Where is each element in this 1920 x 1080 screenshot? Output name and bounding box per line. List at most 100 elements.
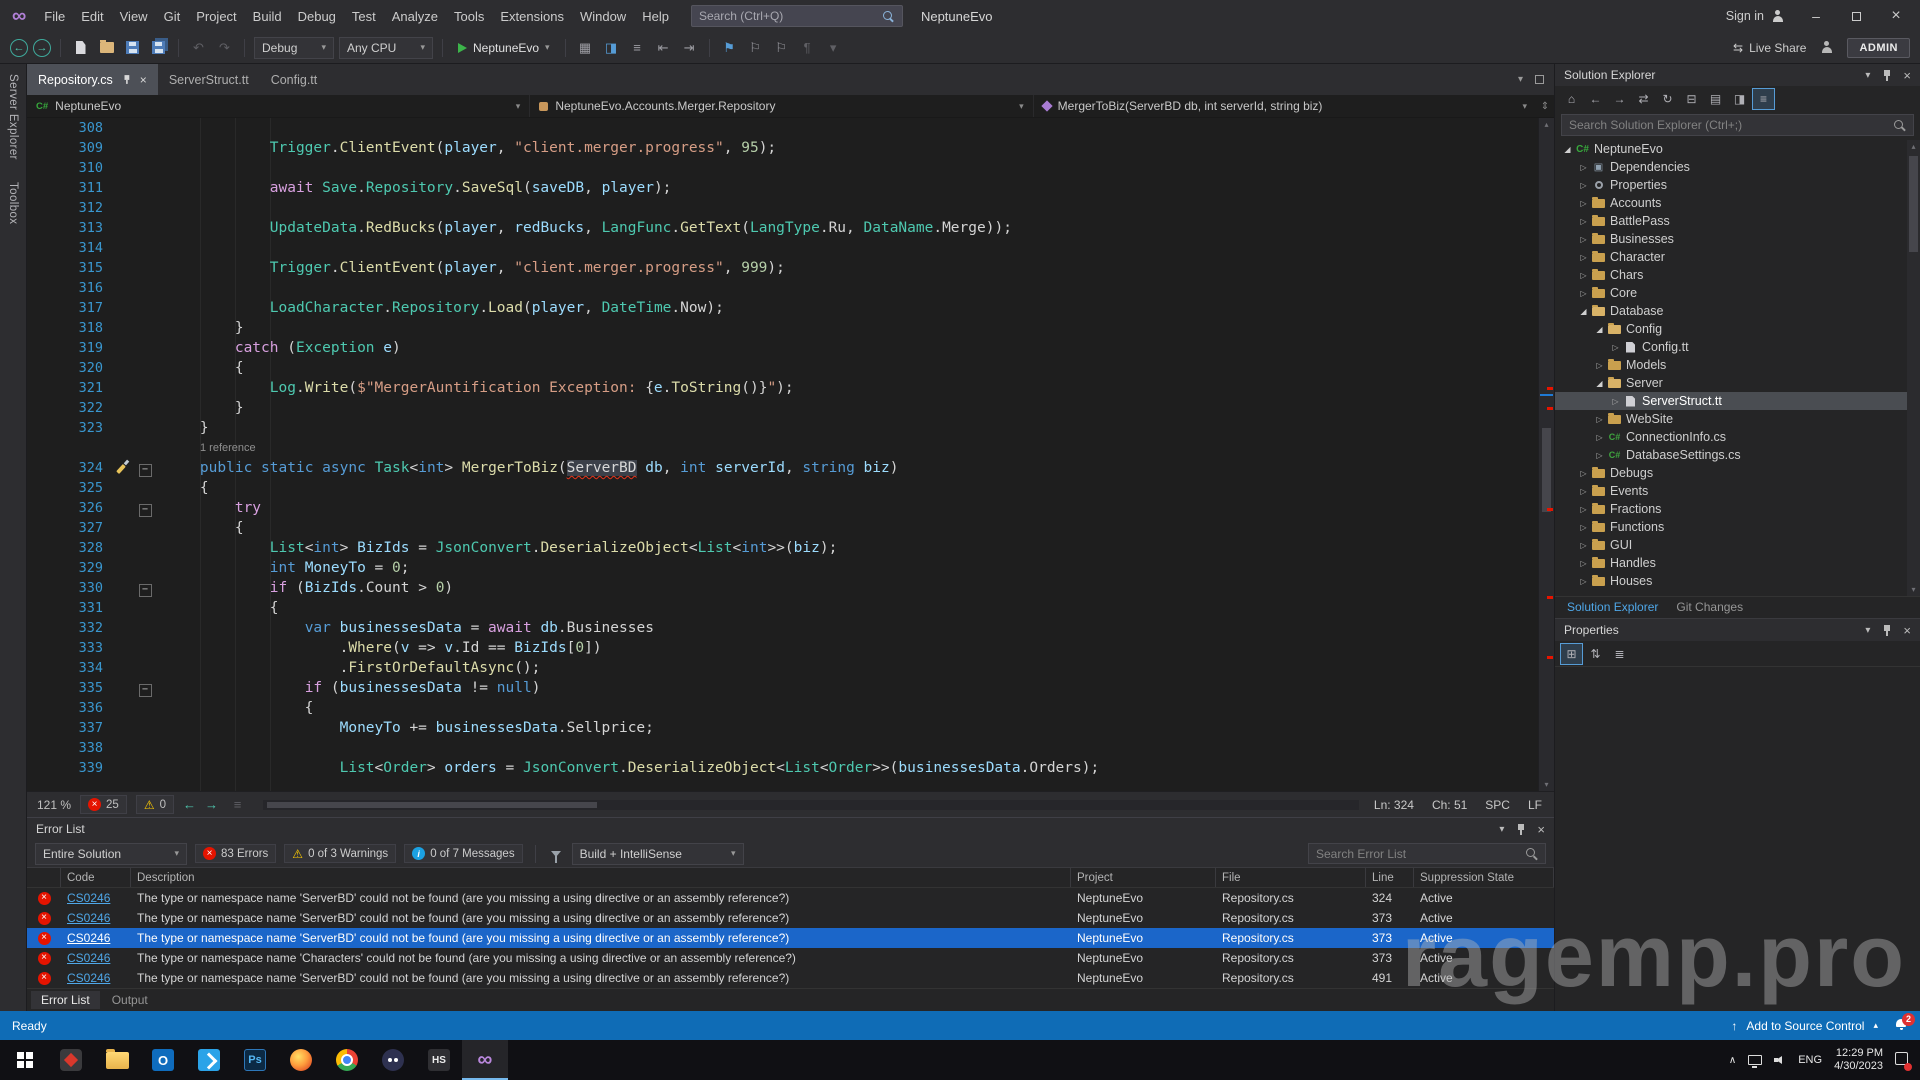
spaces-indicator[interactable]: SPC — [1485, 798, 1510, 812]
panel-tab-output[interactable]: Output — [102, 991, 158, 1009]
breadcrumb-type-dropdown[interactable]: NeptuneEvo.Accounts.Merger.Repository — [530, 95, 1033, 117]
scrollbar-thumb[interactable] — [1542, 428, 1551, 512]
line-number[interactable]: 327 — [27, 518, 109, 538]
tree-item-properties[interactable]: Properties — [1555, 176, 1920, 194]
line-number[interactable]: 332 — [27, 618, 109, 638]
line-number[interactable]: 324 — [27, 458, 109, 478]
window-position-icon[interactable] — [1865, 625, 1870, 636]
minimize-button[interactable] — [1798, 0, 1834, 32]
column-header-suppression-state[interactable]: Suppression State — [1414, 868, 1554, 887]
editor-vertical-scrollbar[interactable] — [1538, 118, 1554, 791]
line-number[interactable]: 325 — [27, 478, 109, 498]
menu-extensions[interactable]: Extensions — [492, 4, 572, 29]
menu-window[interactable]: Window — [572, 4, 634, 29]
indent-increase-icon[interactable] — [679, 37, 700, 58]
line-number[interactable]: 314 — [27, 238, 109, 258]
menu-edit[interactable]: Edit — [73, 4, 111, 29]
tree-item-core[interactable]: Core — [1555, 284, 1920, 302]
show-whitespace-icon[interactable] — [797, 37, 818, 58]
line-number[interactable]: 316 — [27, 278, 109, 298]
scrollbar-thumb[interactable] — [267, 802, 597, 808]
column-header-line[interactable]: Line — [1366, 868, 1414, 887]
error-code-link[interactable]: CS0246 — [67, 971, 110, 985]
line-number[interactable]: 309 — [27, 138, 109, 158]
line-indicator[interactable]: Ln: 324 — [1374, 798, 1414, 812]
forward-icon[interactable] — [1609, 89, 1630, 109]
maximize-button[interactable] — [1838, 0, 1874, 32]
line-number[interactable]: 311 — [27, 178, 109, 198]
panel-tab-git-changes[interactable]: Git Changes — [1668, 597, 1751, 618]
toolbar-overflow-icon[interactable] — [823, 37, 844, 58]
tree-item-debugs[interactable]: Debugs — [1555, 464, 1920, 482]
expand-icon[interactable] — [1577, 253, 1590, 262]
volume-tray-icon[interactable] — [1774, 1055, 1786, 1066]
tree-item-databasesettings-cs[interactable]: C#DatabaseSettings.cs — [1555, 446, 1920, 464]
expand-icon[interactable] — [1609, 397, 1622, 406]
add-to-source-control-button[interactable]: Add to Source Control — [1746, 1019, 1864, 1033]
zoom-level-dropdown[interactable]: 121 % — [37, 798, 71, 812]
tree-item-database[interactable]: Database — [1555, 302, 1920, 320]
column-header-description[interactable]: Description — [131, 868, 1071, 887]
notifications-button[interactable]: 2 — [1895, 1018, 1908, 1034]
chrome-icon[interactable] — [324, 1040, 370, 1080]
solution-platform-dropdown[interactable]: Any CPU — [339, 37, 433, 59]
line-number[interactable]: 321 — [27, 378, 109, 398]
float-tab-icon[interactable] — [1535, 75, 1544, 84]
tree-item-character[interactable]: Character — [1555, 248, 1920, 266]
close-panel-icon[interactable] — [1537, 822, 1545, 837]
collapse-icon[interactable] — [1577, 307, 1590, 316]
menu-git[interactable]: Git — [156, 4, 189, 29]
indent-decrease-icon[interactable] — [653, 37, 674, 58]
menu-analyze[interactable]: Analyze — [384, 4, 446, 29]
expand-icon[interactable] — [1577, 577, 1590, 586]
fold-toggle[interactable] — [135, 678, 155, 698]
warnings-filter-toggle[interactable]: 0 of 3 Warnings — [284, 844, 396, 863]
quick-search-box[interactable]: Search (Ctrl+Q) — [691, 5, 903, 27]
collapse-icon[interactable] — [1593, 379, 1606, 388]
feedback-icon[interactable] — [1820, 41, 1833, 54]
pin-tab-icon[interactable] — [123, 74, 130, 84]
vscode-icon[interactable] — [186, 1040, 232, 1080]
column-indicator[interactable]: Ch: 51 — [1432, 798, 1467, 812]
tree-item-dependencies[interactable]: Dependencies — [1555, 158, 1920, 176]
navigate-back-button[interactable] — [10, 39, 28, 57]
undo-button[interactable] — [188, 37, 209, 58]
filter-icon[interactable] — [551, 851, 561, 857]
line-number[interactable]: 331 — [27, 598, 109, 618]
display-tray-icon[interactable] — [1748, 1055, 1762, 1065]
visual-studio-icon[interactable]: ∞ — [462, 1040, 508, 1080]
tree-item-chars[interactable]: Chars — [1555, 266, 1920, 284]
next-bookmark-icon[interactable] — [771, 37, 792, 58]
expand-icon[interactable] — [1577, 235, 1590, 244]
line-number[interactable]: 330 — [27, 578, 109, 598]
source-filter-dropdown[interactable]: Build + IntelliSense — [572, 843, 744, 865]
tree-item-config[interactable]: Config — [1555, 320, 1920, 338]
bookmark-icon[interactable] — [719, 37, 740, 58]
line-number[interactable]: 312 — [27, 198, 109, 218]
expand-icon[interactable] — [1577, 487, 1590, 496]
scrollbar-thumb[interactable] — [1909, 156, 1918, 252]
expand-icon[interactable] — [1593, 451, 1606, 460]
menu-view[interactable]: View — [112, 4, 156, 29]
collapse-icon[interactable] — [1561, 145, 1574, 154]
menu-tools[interactable]: Tools — [446, 4, 492, 29]
fold-toggle[interactable] — [135, 458, 155, 478]
line-number[interactable]: 308 — [27, 118, 109, 138]
expand-icon[interactable] — [1577, 541, 1590, 550]
tree-item-neptuneevo[interactable]: C#NeptuneEvo — [1555, 140, 1920, 158]
error-row[interactable]: CS0246The type or namespace name 'Charac… — [27, 948, 1554, 968]
error-list-search-box[interactable]: Search Error List — [1308, 843, 1546, 864]
line-number[interactable]: 339 — [27, 758, 109, 778]
sign-in-button[interactable]: Sign in — [1716, 9, 1794, 23]
new-file-button[interactable] — [70, 37, 91, 58]
column-header-project[interactable]: Project — [1071, 868, 1216, 887]
tree-item-config-tt[interactable]: Config.tt — [1555, 338, 1920, 356]
solution-explorer-search-box[interactable]: Search Solution Explorer (Ctrl+;) — [1561, 114, 1914, 136]
scroll-down-icon[interactable] — [1907, 583, 1920, 596]
close-panel-icon[interactable] — [1903, 623, 1911, 638]
open-file-button[interactable] — [96, 37, 117, 58]
doc-tab-serverstruct-tt[interactable]: ServerStruct.tt — [158, 64, 260, 95]
tree-item-businesses[interactable]: Businesses — [1555, 230, 1920, 248]
tree-item-houses[interactable]: Houses — [1555, 572, 1920, 590]
line-number[interactable]: 318 — [27, 318, 109, 338]
